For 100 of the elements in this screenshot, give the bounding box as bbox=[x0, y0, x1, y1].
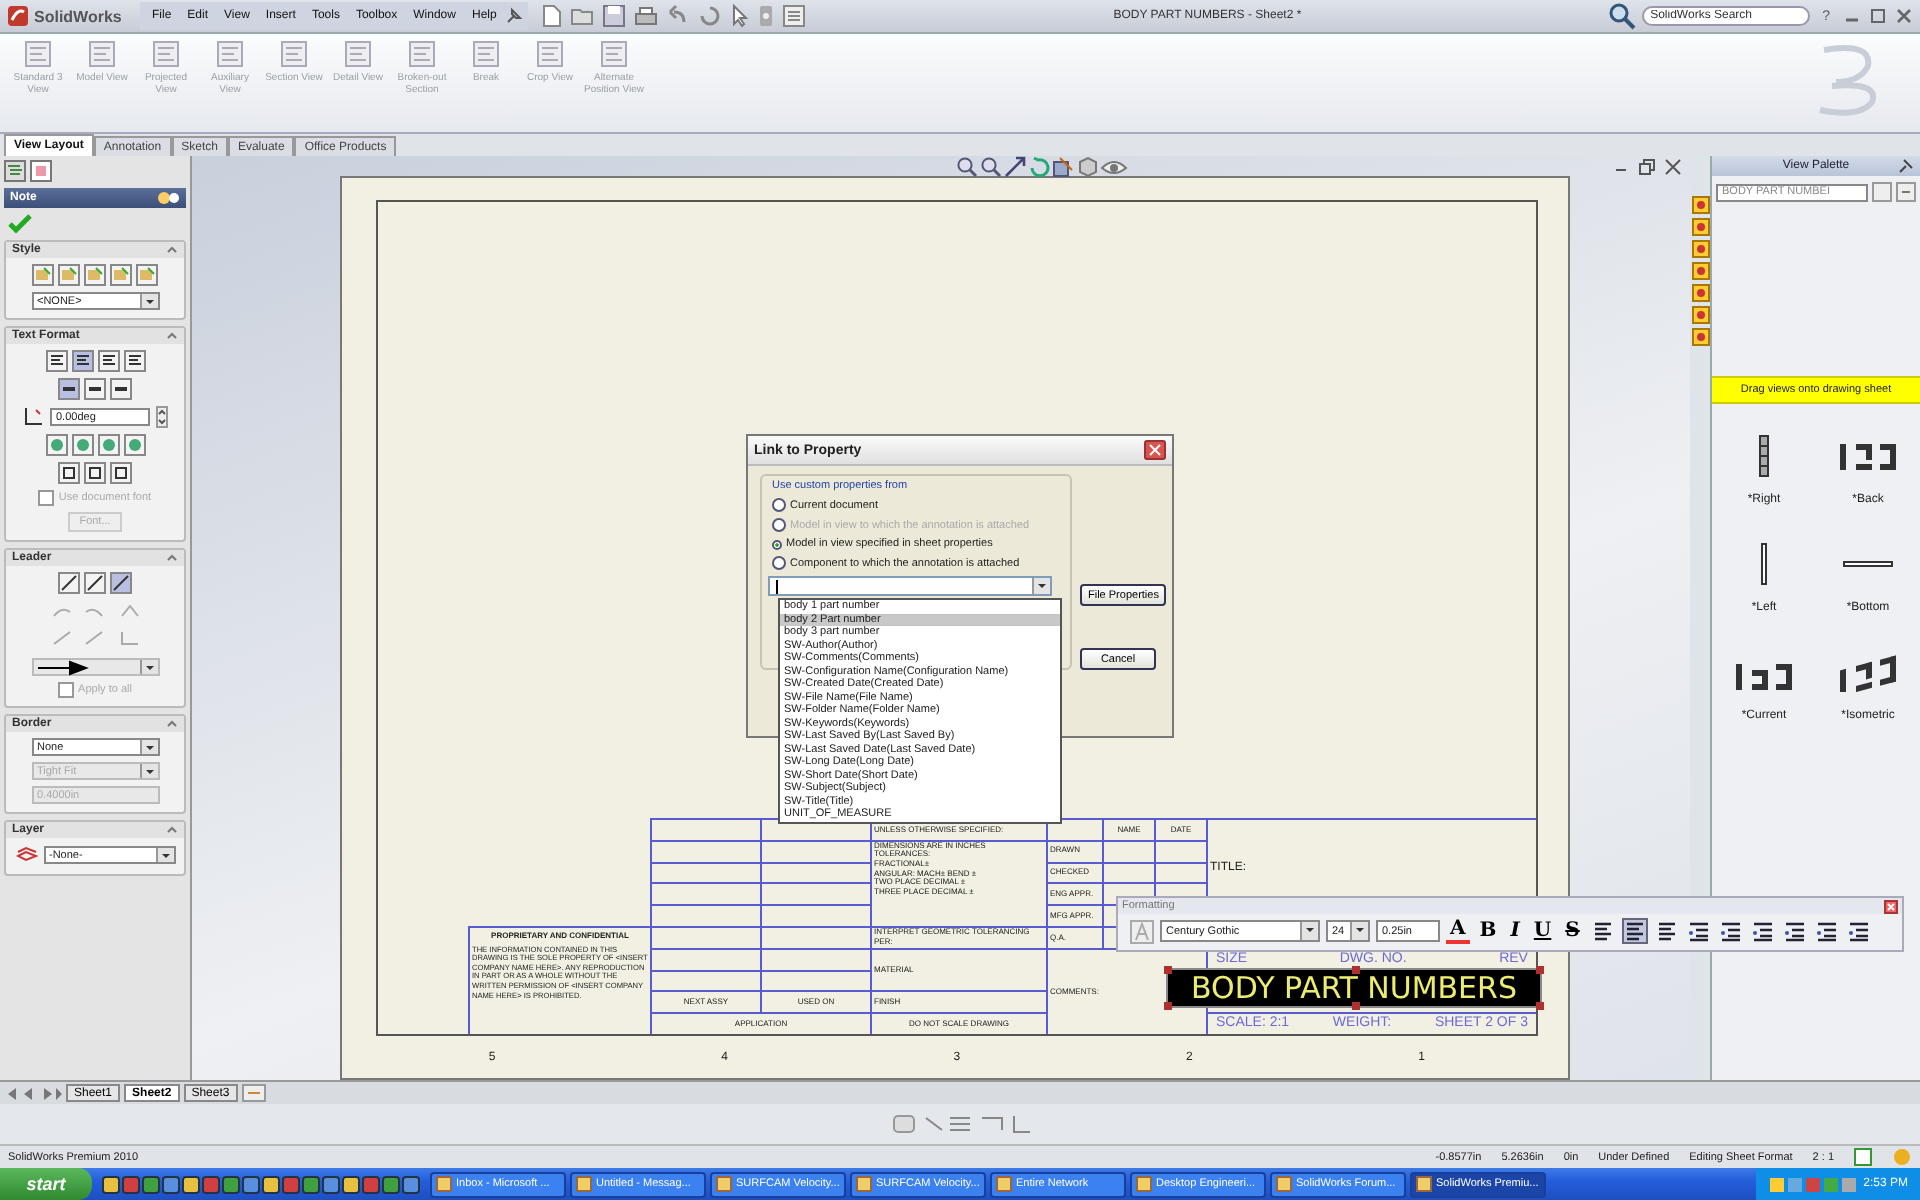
style-tool-icon[interactable] bbox=[58, 264, 80, 286]
symbol-tool-icon[interactable] bbox=[58, 462, 80, 484]
arrow-style-dropdown[interactable] bbox=[31, 658, 159, 676]
add-sheet-icon[interactable] bbox=[241, 1084, 266, 1102]
close-icon[interactable] bbox=[1664, 158, 1682, 176]
empty-table-cell bbox=[650, 904, 760, 926]
feature-tree-icon[interactable] bbox=[4, 160, 26, 182]
font-color-button[interactable]: A bbox=[1446, 919, 1470, 943]
leader-icon[interactable] bbox=[58, 572, 80, 594]
empty-table-cell bbox=[650, 818, 760, 840]
property-sheet-icon[interactable] bbox=[30, 160, 52, 182]
magnifier-icon[interactable] bbox=[979, 155, 1001, 177]
pan-icon[interactable] bbox=[1003, 155, 1025, 177]
task-pane-tab-icon[interactable] bbox=[1691, 328, 1709, 346]
align-icon[interactable] bbox=[1621, 918, 1648, 944]
status-tools-drawing bbox=[890, 1112, 1030, 1136]
window-icon bbox=[856, 1176, 872, 1192]
vertical-align-icon[interactable] bbox=[58, 378, 80, 400]
property-combo-box[interactable] bbox=[768, 576, 1052, 596]
symbol-tool-icon[interactable] bbox=[110, 462, 132, 484]
browse-icon[interactable] bbox=[1896, 182, 1916, 202]
paragraph-tool-icon[interactable] bbox=[1685, 918, 1712, 944]
checkmark-icon[interactable] bbox=[8, 214, 32, 234]
window-icon bbox=[436, 1176, 452, 1192]
help-icon[interactable] bbox=[1854, 1148, 1872, 1166]
new-document-icon[interactable] bbox=[542, 4, 563, 28]
empty-table-cell bbox=[650, 861, 760, 883]
view-thumbnail[interactable] bbox=[1758, 434, 1770, 478]
style-tool-icon[interactable] bbox=[110, 264, 132, 286]
leader-icon[interactable] bbox=[84, 572, 106, 594]
folder-icon[interactable] bbox=[570, 4, 595, 28]
align-icon[interactable] bbox=[97, 350, 119, 372]
symbol-tool-icon[interactable] bbox=[84, 462, 106, 484]
part-thumbnail-icon bbox=[1834, 652, 1902, 692]
view-thumbnail[interactable] bbox=[1760, 542, 1768, 586]
align-icon[interactable] bbox=[1589, 918, 1616, 944]
undo-icon[interactable] bbox=[666, 4, 691, 28]
collapse-icon[interactable] bbox=[166, 244, 178, 256]
section-view-icon[interactable] bbox=[1051, 155, 1073, 177]
app-name: SolidWorks bbox=[34, 7, 122, 25]
empty-table-cell bbox=[650, 947, 760, 970]
task-pane-tab-icon[interactable] bbox=[1691, 306, 1709, 324]
angle-icon bbox=[22, 406, 44, 428]
paragraph-tool-icon[interactable] bbox=[1749, 918, 1776, 944]
spinner-icon[interactable] bbox=[156, 406, 168, 428]
paragraph-tool-icon[interactable] bbox=[1781, 918, 1808, 944]
empty-table-cell bbox=[650, 882, 760, 905]
paragraph-tool-icon[interactable] bbox=[1717, 918, 1744, 944]
close-icon[interactable] bbox=[1144, 440, 1166, 460]
restore-icon[interactable] bbox=[1638, 158, 1656, 176]
collapse-icon[interactable] bbox=[166, 718, 178, 730]
paragraph-tool-icon[interactable] bbox=[1813, 918, 1840, 944]
view-thumbnail[interactable] bbox=[1842, 560, 1894, 568]
align-icon[interactable] bbox=[45, 350, 67, 372]
style-tool-icon[interactable] bbox=[136, 264, 158, 286]
refresh-icon[interactable] bbox=[1872, 182, 1892, 202]
vertical-align-icon[interactable] bbox=[110, 378, 132, 400]
save-icon[interactable] bbox=[602, 4, 627, 28]
rotate-icon[interactable] bbox=[1027, 155, 1049, 177]
note-annotation[interactable]: BODY PART NUMBERS bbox=[1166, 968, 1542, 1008]
task-pane-tab-icon[interactable] bbox=[1691, 218, 1709, 236]
collapse-icon[interactable] bbox=[166, 824, 178, 836]
align-icon[interactable] bbox=[1653, 918, 1680, 944]
eye-icon[interactable] bbox=[1099, 155, 1127, 177]
leader-icon[interactable] bbox=[110, 572, 132, 594]
printer-icon[interactable] bbox=[634, 4, 659, 28]
close-icon[interactable] bbox=[1884, 899, 1898, 913]
text-style-button[interactable]: S bbox=[1561, 920, 1584, 942]
pin-icon[interactable] bbox=[504, 6, 525, 26]
align-icon[interactable] bbox=[71, 350, 93, 372]
maximize-icon[interactable] bbox=[1868, 6, 1888, 26]
text-style-button[interactable]: B bbox=[1475, 920, 1501, 942]
window-icon bbox=[1276, 1176, 1292, 1192]
style-tool-icon[interactable] bbox=[32, 264, 54, 286]
magnifier-icon[interactable] bbox=[955, 155, 977, 177]
task-pane-tab-icon[interactable] bbox=[1691, 262, 1709, 280]
window-icon bbox=[996, 1176, 1012, 1192]
layers-icon bbox=[15, 844, 37, 866]
close-icon[interactable] bbox=[1894, 6, 1914, 26]
align-icon[interactable] bbox=[123, 350, 145, 372]
search-icon[interactable] bbox=[1608, 2, 1637, 30]
style-tool-icon[interactable] bbox=[84, 264, 106, 286]
task-pane-tab-icon[interactable] bbox=[1691, 240, 1709, 258]
logo-icon bbox=[6, 4, 30, 28]
text-style-button[interactable]: I bbox=[1506, 920, 1524, 942]
options-icon[interactable] bbox=[782, 4, 807, 28]
collapse-icon[interactable] bbox=[166, 330, 178, 342]
rebuild-icon[interactable] bbox=[698, 4, 723, 28]
paragraph-tool-icon[interactable] bbox=[1845, 918, 1872, 944]
task-pane-tab-icon[interactable] bbox=[1691, 284, 1709, 302]
empty-table-cell bbox=[650, 839, 760, 862]
pin-icon[interactable] bbox=[1898, 158, 1914, 174]
task-pane-tab-icon[interactable] bbox=[1691, 196, 1709, 214]
window-icon bbox=[576, 1176, 592, 1192]
vertical-align-icon[interactable] bbox=[84, 378, 106, 400]
collapse-icon[interactable] bbox=[166, 552, 178, 564]
help-icon[interactable] bbox=[156, 190, 180, 206]
pointer-icon[interactable] bbox=[730, 4, 751, 28]
text-style-button[interactable]: U bbox=[1529, 920, 1556, 942]
tab-scroll-arrows-icon[interactable] bbox=[6, 1085, 62, 1101]
